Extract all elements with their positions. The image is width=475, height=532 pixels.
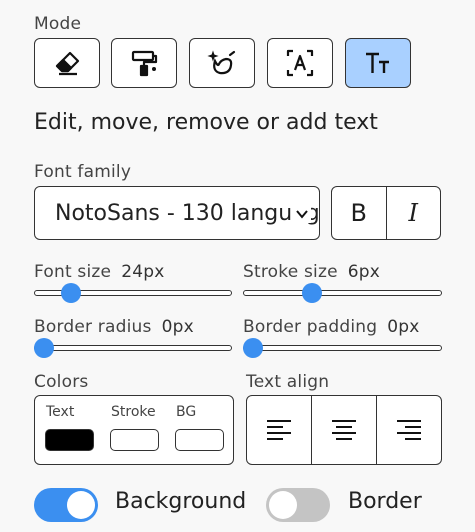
text-color-label: Text [46,404,75,420]
bg-color-label: BG [176,404,197,420]
align-center-icon [332,420,356,440]
align-right-button[interactable] [376,396,441,464]
font-family-select[interactable]: NotoSans - 130 languages [34,186,320,240]
border-radius-slider[interactable] [34,345,232,351]
border-toggle[interactable] [266,488,330,522]
background-toggle-knob [67,491,95,519]
border-toggle-label: Border [348,489,422,514]
mode-description: Edit, move, remove or add text [34,110,378,135]
italic-label: I [408,199,418,227]
text-tool-icon [366,52,389,73]
border-radius-value: 0px [161,317,194,337]
background-toggle[interactable] [34,488,98,522]
align-center-button[interactable] [311,396,376,464]
text-select-icon [286,49,314,77]
stroke-size-slider-thumb[interactable] [302,283,323,303]
border-padding-value: 0px [387,317,420,337]
text-align-group [246,395,442,465]
eraser-mode-button[interactable] [34,38,100,88]
font-size-label-text: Font size [34,262,112,282]
border-padding-label: Border padding 0px [243,317,420,337]
stroke-color-swatch[interactable] [110,429,159,451]
text-mode-button[interactable] [345,38,411,88]
stroke-size-label-text: Stroke size [243,262,338,282]
stroke-color-label: Stroke [111,404,156,420]
align-right-icon [397,420,421,440]
chevron-down-icon [293,205,311,223]
align-left-button[interactable] [247,396,311,464]
align-left-icon [267,420,291,440]
paint-roller-icon [131,50,158,77]
font-style-group: B I [331,186,441,240]
magic-mode-button[interactable] [189,38,255,88]
stroke-size-value: 6px [347,262,381,282]
border-padding-slider[interactable] [243,345,442,351]
font-size-label: Font size 24px [34,262,164,282]
paint-mode-button[interactable] [111,38,177,88]
text-align-label: Text align [246,372,330,392]
colors-box: Text Stroke BG [34,395,234,465]
italic-button[interactable]: I [385,187,441,239]
text-color-swatch[interactable] [45,429,94,451]
font-family-label: Font family [34,162,132,182]
border-radius-slider-thumb[interactable] [34,338,54,358]
bold-label: B [350,199,367,227]
eraser-icon [55,51,80,76]
background-toggle-label: Background [115,489,247,514]
font-size-slider-thumb[interactable] [60,283,81,303]
border-toggle-knob [269,491,297,519]
mode-label: Mode [34,14,82,34]
border-padding-label-text: Border padding [243,317,378,337]
bold-button[interactable]: B [332,187,386,239]
colors-label: Colors [34,372,89,392]
magic-brush-icon [207,50,236,75]
border-padding-slider-thumb[interactable] [243,338,263,358]
font-size-value: 24px [121,262,165,282]
stroke-size-label: Stroke size 6px [243,262,380,282]
bg-color-swatch[interactable] [175,429,224,451]
stroke-size-slider[interactable] [243,290,442,296]
border-radius-label: Border radius 0px [34,317,194,337]
border-radius-label-text: Border radius [34,317,152,337]
text-select-mode-button[interactable] [267,38,333,88]
font-family-value: NotoSans - 130 languages [55,200,320,226]
